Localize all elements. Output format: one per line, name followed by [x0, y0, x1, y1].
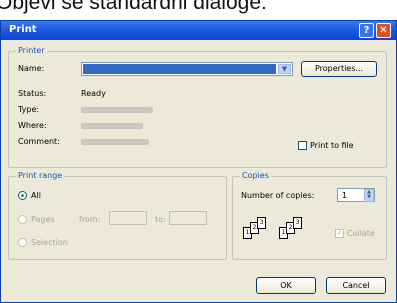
range-selection-label[interactable]: Selection	[31, 238, 68, 247]
status-value: Ready	[81, 89, 106, 98]
print-to-file-label[interactable]: Print to file	[310, 141, 354, 150]
page-icon: 3	[293, 217, 302, 229]
range-selection-radio[interactable]	[18, 238, 27, 247]
collate-checkbox[interactable]: ✓	[335, 229, 344, 238]
copies-number-value: 1	[342, 191, 348, 200]
collate-set-icon-1: 1 2 3	[243, 217, 269, 239]
print-to-file-checkbox[interactable]	[298, 141, 307, 150]
collate-set-icon-2: 1 2 3	[279, 217, 305, 239]
printer-group: Printer Name: ▼ Properties... Status: Re…	[8, 46, 387, 168]
printer-legend: Printer	[16, 46, 47, 55]
caption-label: Objevi se standardni dialoge:	[0, 0, 267, 14]
type-value-redacted	[81, 107, 153, 113]
range-pages-label[interactable]: Pages	[31, 215, 55, 224]
close-button[interactable]: ✕	[376, 23, 391, 38]
where-value-redacted	[81, 123, 143, 129]
range-all-label[interactable]: All	[31, 191, 41, 200]
caption-text: Objevi se standardni dialoge:	[0, 0, 397, 22]
page-icon: 3	[257, 217, 266, 229]
range-to-input[interactable]	[169, 211, 207, 225]
collate-label[interactable]: Collate	[347, 229, 375, 238]
comment-label: Comment:	[18, 137, 60, 146]
copies-number-label: Number of copies:	[241, 191, 315, 200]
where-label: Where:	[18, 121, 47, 130]
status-label: Status:	[18, 89, 47, 98]
cancel-button[interactable]: Cancel	[326, 277, 386, 294]
title-bar[interactable]: Print ? ✕	[1, 21, 396, 40]
dialog-title: Print	[9, 24, 37, 35]
chevron-down-icon[interactable]: ▼	[278, 64, 291, 74]
print-range-group: Print range All Pages from: to: Selectio…	[8, 171, 227, 260]
name-label: Name:	[18, 64, 45, 73]
copies-number-input[interactable]: 1 ▲ ▼	[337, 188, 375, 202]
range-from-input[interactable]	[109, 211, 147, 225]
copies-group: Copies Number of copies: 1 ▲ ▼ 1 2 3 1 2 …	[232, 171, 387, 260]
ok-button[interactable]: OK	[256, 277, 316, 294]
properties-button[interactable]: Properties...	[301, 61, 377, 77]
print-dialog: Print ? ✕ Printer Name: ▼ Properties... …	[0, 20, 397, 303]
range-from-label: from:	[79, 215, 101, 224]
copies-spin-icon[interactable]: ▲ ▼	[364, 189, 374, 202]
range-pages-radio[interactable]	[18, 215, 27, 224]
print-range-legend: Print range	[16, 171, 65, 180]
copies-legend: Copies	[240, 171, 271, 180]
help-button[interactable]: ?	[359, 23, 374, 38]
printer-name-select[interactable]: ▼	[81, 62, 293, 76]
range-all-radio[interactable]	[18, 191, 27, 200]
printer-name-selection	[83, 64, 276, 74]
comment-value-redacted	[81, 139, 149, 145]
range-to-label: to:	[155, 215, 166, 224]
type-label: Type:	[18, 105, 40, 114]
